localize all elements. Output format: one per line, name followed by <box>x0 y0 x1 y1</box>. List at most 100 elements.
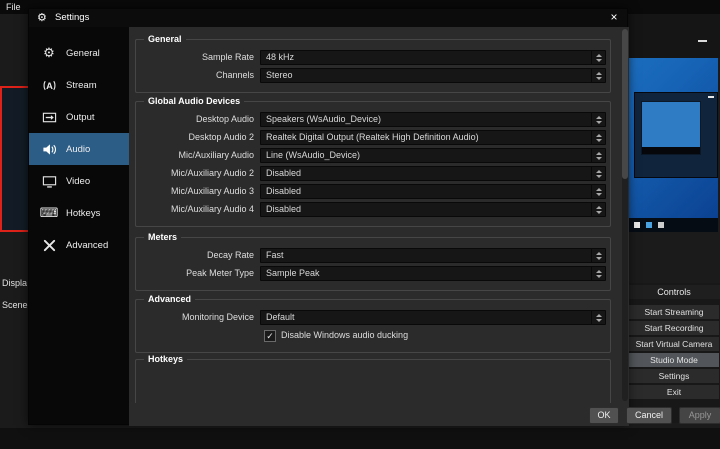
field-label: Desktop Audio 2 <box>188 132 254 142</box>
output-icon <box>41 109 57 125</box>
sidebar-item-audio[interactable]: Audio <box>29 133 129 165</box>
mic-aux-audio-select[interactable]: Line (WsAudio_Device) <box>260 148 606 163</box>
top-right-panel <box>628 14 720 58</box>
settings-gear-icon: ⚙ <box>37 12 47 24</box>
combo-value: Realtek Digital Output (Realtek High Def… <box>266 132 479 142</box>
spinner-arrows-icon[interactable] <box>591 311 605 324</box>
field-label: Desktop Audio <box>195 114 254 124</box>
desktop-audio-2-select[interactable]: Realtek Digital Output (Realtek High Def… <box>260 130 606 145</box>
spinner-arrows-icon[interactable] <box>591 51 605 64</box>
group-meters: Meters Decay Rate Fast Peak Meter Type S… <box>135 232 611 291</box>
dialog-title: Settings <box>55 12 90 23</box>
combo-value: Line (WsAudio_Device) <box>266 150 361 160</box>
sidebar-item-general[interactable]: ⚙ General <box>29 37 129 69</box>
combo-value: Disabled <box>266 204 302 214</box>
group-title: Meters <box>144 232 182 243</box>
combo-value: Default <box>266 312 295 322</box>
spinner-arrows-icon[interactable] <box>591 131 605 144</box>
sidebar-item-output[interactable]: Output <box>29 101 129 133</box>
advanced-tools-icon <box>41 237 57 253</box>
sidebar-item-label: Output <box>66 111 95 123</box>
combo-value: Sample Peak <box>266 268 320 278</box>
field-label: Decay Rate <box>206 250 254 260</box>
start-virtual-camera-button[interactable]: Start Virtual Camera <box>629 337 719 351</box>
sidebar-item-label: Stream <box>66 79 97 91</box>
sidebar-item-label: Video <box>66 175 91 187</box>
spinner-arrows-icon[interactable] <box>591 249 605 262</box>
close-icon[interactable]: × <box>603 9 625 27</box>
field-label: Monitoring Device <box>181 312 254 322</box>
audio-icon <box>41 141 57 157</box>
decay-rate-select[interactable]: Fast <box>260 248 606 263</box>
apply-button[interactable]: Apply <box>679 407 720 424</box>
mic-aux-audio-3-select[interactable]: Disabled <box>260 184 606 199</box>
group-general: General Sample Rate 48 kHz Channels Ster… <box>135 34 611 93</box>
bottom-bar: ⚙ <box>0 428 720 449</box>
spinner-arrows-icon[interactable] <box>591 113 605 126</box>
studio-mode-button[interactable]: Studio Mode <box>629 353 719 367</box>
content-scrollbar[interactable] <box>622 29 628 401</box>
sidebar-item-video[interactable]: Video <box>29 165 129 197</box>
sidebar-item-advanced[interactable]: Advanced <box>29 229 129 261</box>
group-title: Advanced <box>144 294 196 305</box>
controls-panel: Controls Start Streaming Start Recording… <box>628 283 720 423</box>
sidebar-item-stream[interactable]: A Stream <box>29 69 129 101</box>
field-label: Sample Rate <box>201 52 254 62</box>
spinner-arrows-icon[interactable] <box>591 267 605 280</box>
field-label: Mic/Auxiliary Audio 4 <box>170 204 254 214</box>
ok-button[interactable]: OK <box>589 407 619 424</box>
svg-text:A: A <box>46 80 53 90</box>
scrollbar-thumb[interactable] <box>622 29 628 179</box>
start-recording-button[interactable]: Start Recording <box>629 321 719 335</box>
peak-meter-type-select[interactable]: Sample Peak <box>260 266 606 281</box>
gear-icon: ⚙ <box>43 45 55 60</box>
dock-label-scene: Scene <box>2 300 28 310</box>
disable-ducking-checkbox[interactable]: ✓ <box>264 330 276 342</box>
group-title: Global Audio Devices <box>144 96 245 107</box>
sidebar-item-label: Hotkeys <box>66 207 101 219</box>
field-label: Mic/Auxiliary Audio 2 <box>170 168 254 178</box>
start-streaming-button[interactable]: Start Streaming <box>629 305 719 319</box>
spinner-arrows-icon[interactable] <box>591 149 605 162</box>
combo-value: Disabled <box>266 186 302 196</box>
group-global-audio-devices: Global Audio Devices Desktop Audio Speak… <box>135 96 611 227</box>
dialog-titlebar[interactable]: ⚙ Settings × <box>29 9 627 27</box>
sample-rate-select[interactable]: 48 kHz <box>260 50 606 65</box>
combo-value: 48 kHz <box>266 52 295 62</box>
group-title: Hotkeys <box>144 354 188 365</box>
sidebar-item-label: Audio <box>66 143 91 155</box>
spinner-arrows-icon[interactable] <box>591 69 605 82</box>
hotkeys-keyboard-icon: ⌨ <box>39 205 59 220</box>
combo-value: Disabled <box>266 168 302 178</box>
settings-content: General Sample Rate 48 kHz Channels Ster… <box>129 27 629 403</box>
controls-panel-title: Controls <box>628 285 720 299</box>
menu-file[interactable]: File <box>6 0 21 14</box>
channels-select[interactable]: Stereo <box>260 68 606 83</box>
combo-value: Stereo <box>266 70 293 80</box>
settings-button[interactable]: Settings <box>629 369 719 383</box>
exit-button[interactable]: Exit <box>629 385 719 399</box>
mic-aux-audio-2-select[interactable]: Disabled <box>260 166 606 181</box>
video-icon <box>41 173 57 189</box>
settings-sidebar: ⚙ General A Stream Output Audio Video ⌨ … <box>29 27 129 424</box>
sidebar-item-hotkeys[interactable]: ⌨ Hotkeys <box>29 197 129 229</box>
group-title: General <box>144 34 186 45</box>
preview-mini-window <box>634 92 718 178</box>
dock-label-displays: Displa <box>2 278 28 288</box>
spinner-arrows-icon[interactable] <box>591 167 605 180</box>
mini-window-content <box>641 101 701 155</box>
mini-window-close-glyph <box>708 96 714 98</box>
combo-value: Speakers (WsAudio_Device) <box>266 114 382 124</box>
field-label: Mic/Auxiliary Audio 3 <box>170 186 254 196</box>
mini-window-taskbar <box>642 147 700 154</box>
spinner-arrows-icon[interactable] <box>591 203 605 216</box>
field-label: Peak Meter Type <box>186 268 254 278</box>
obs-studio-screen: File Displa Scene Controls Start Streami… <box>0 0 720 449</box>
monitoring-device-select[interactable]: Default <box>260 310 606 325</box>
taskbar-icon <box>646 222 652 228</box>
desktop-audio-select[interactable]: Speakers (WsAudio_Device) <box>260 112 606 127</box>
spinner-arrows-icon[interactable] <box>591 185 605 198</box>
cancel-button[interactable]: Cancel <box>626 407 672 424</box>
mic-aux-audio-4-select[interactable]: Disabled <box>260 202 606 217</box>
sidebar-item-label: General <box>66 47 100 59</box>
